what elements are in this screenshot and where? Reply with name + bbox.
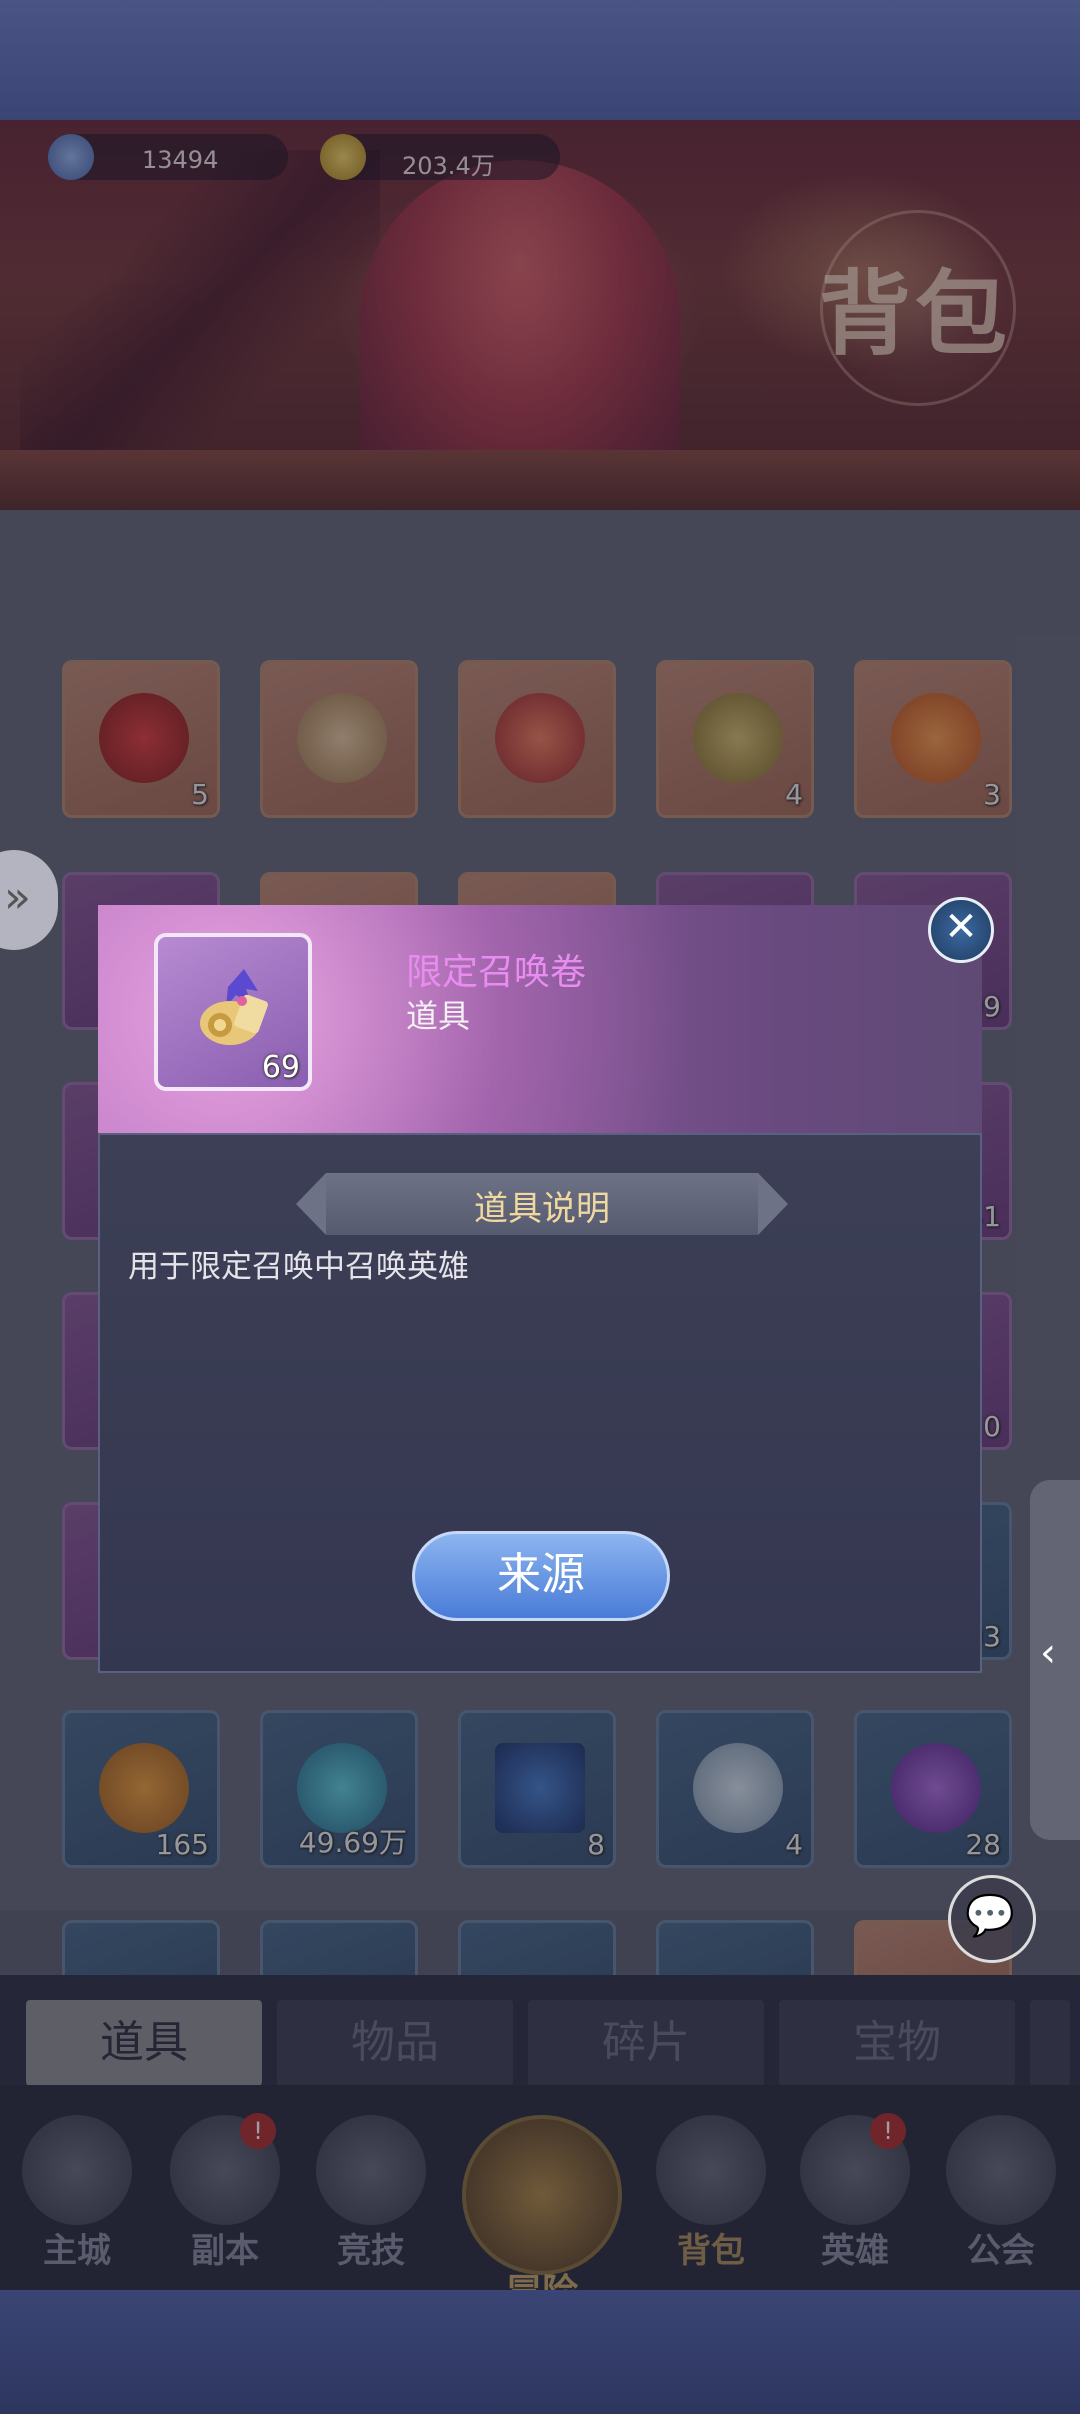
section-header-right-cap	[758, 1173, 788, 1235]
source-button[interactable]: 来源	[412, 1531, 670, 1621]
item-count: 69	[261, 1050, 300, 1085]
status-bar-area	[0, 0, 1080, 120]
close-button[interactable]: ✕	[928, 897, 994, 963]
item-icon-frame: 69	[154, 933, 312, 1091]
item-name: 限定召唤卷	[406, 952, 587, 993]
section-header: 道具说明	[296, 1173, 788, 1235]
chevron-left-icon: ‹	[1040, 1630, 1056, 1676]
dialog-body: 道具说明 用于限定召唤中召唤英雄 来源	[98, 1133, 982, 1673]
double-chevron-right-icon: »	[4, 872, 31, 923]
dialog-header: 69 限定召唤卷 道具	[98, 905, 982, 1133]
item-description: 用于限定召唤中召唤英雄	[128, 1249, 469, 1285]
chat-bubble-icon: 💬	[965, 1893, 1015, 1939]
chat-button[interactable]: 💬	[948, 1875, 1036, 1963]
section-title: 道具说明	[474, 1189, 610, 1229]
item-type: 道具	[406, 997, 471, 1035]
summon-scroll-icon	[200, 969, 268, 1045]
navigation-bar-area	[0, 2290, 1080, 2414]
close-icon: ✕	[944, 904, 978, 950]
item-detail-dialog: 69 限定召唤卷 道具 ✕ 道具说明 用于限定召唤中召唤英雄 来源	[98, 897, 994, 1673]
collapse-side-panel[interactable]: ‹	[1030, 1480, 1080, 1840]
game-screen: 背包 13494 203.4万 5 4 3 99 41 10 03 165 49…	[0, 120, 1080, 2290]
section-header-left-cap	[296, 1173, 326, 1235]
